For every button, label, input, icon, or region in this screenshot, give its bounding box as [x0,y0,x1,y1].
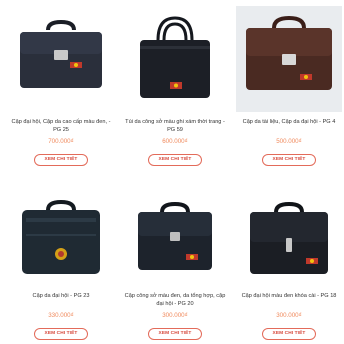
view-detail-button[interactable]: XEM CHI TIẾT [33,328,89,340]
product-title[interactable]: Túi da công sở màu ghi xám thời trang - … [123,118,227,134]
product-price: 300.000₫ [276,312,302,319]
briefcase-image [122,6,228,112]
product-image[interactable] [236,192,342,286]
product-grid: Cặp đại hội, Cặp da cao cấp màu đen, - P… [0,0,344,344]
product-card[interactable]: Cặp đại hội, Cặp da cao cấp màu đen, - P… [8,6,114,166]
view-detail-button[interactable]: XEM CHI TIẾT [147,328,203,340]
briefcase-image [122,192,228,286]
briefcase-image [8,192,114,286]
product-image[interactable] [122,6,228,112]
product-price: 600.000₫ [162,138,188,145]
product-card[interactable]: Cặp da đại hội - PG 23 330.000₫ XEM CHI … [8,192,114,340]
product-price: 330.000₫ [48,312,74,319]
product-card[interactable]: Cặp da tài liệu, Cặp da đại hội - PG 4 5… [236,6,342,166]
briefcase-image [8,6,114,112]
product-title[interactable]: Cặp công sở màu đen, da tổng hợp, cặp đạ… [123,292,227,308]
product-image[interactable] [236,6,342,112]
view-detail-button[interactable]: XEM CHI TIẾT [147,154,203,166]
product-title[interactable]: Cặp da đại hội - PG 23 [9,292,113,308]
product-title[interactable]: Cặp đại hội, Cặp da cao cấp màu đen, - P… [9,118,113,134]
product-image[interactable] [122,192,228,286]
view-detail-button[interactable]: XEM CHI TIẾT [261,154,317,166]
product-card[interactable]: Cặp công sở màu đen, da tổng hợp, cặp đạ… [122,192,228,340]
product-title[interactable]: Cặp đại hội màu đen khóa cài - PG 18 [237,292,341,308]
briefcase-image [236,6,342,112]
product-price: 500.000₫ [276,138,302,145]
product-card[interactable]: Túi da công sở màu ghi xám thời trang - … [122,6,228,166]
product-image[interactable] [8,6,114,112]
product-title[interactable]: Cặp da tài liệu, Cặp da đại hội - PG 4 [237,118,341,134]
product-price: 700.000₫ [48,138,74,145]
product-card[interactable]: Cặp đại hội màu đen khóa cài - PG 18 300… [236,192,342,340]
view-detail-button[interactable]: XEM CHI TIẾT [33,154,89,166]
briefcase-image [236,192,342,286]
product-image[interactable] [8,192,114,286]
product-price: 300.000₫ [162,312,188,319]
view-detail-button[interactable]: XEM CHI TIẾT [261,328,317,340]
